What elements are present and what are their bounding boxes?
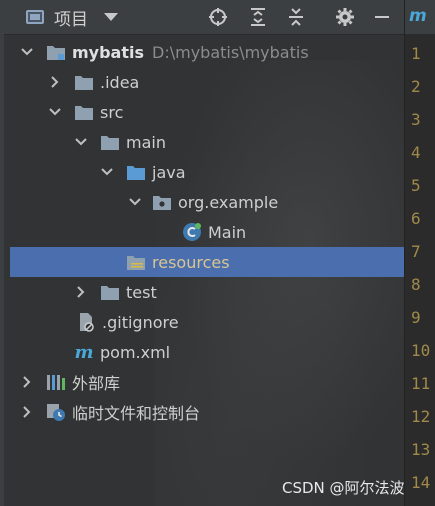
line-number: 12: [411, 407, 431, 426]
tree-item-label: Main: [208, 222, 247, 242]
folder-icon: [100, 133, 120, 151]
tree-item-label: test: [126, 282, 157, 302]
chevron-down-icon[interactable]: [20, 45, 34, 59]
collapse-all-icon[interactable]: [285, 6, 307, 28]
watermark: CSDN @阿尔法波: [282, 479, 405, 497]
module-folder-icon: [46, 43, 66, 61]
tree-item-label: .gitignore: [102, 312, 179, 332]
tree-item-main-class[interactable]: Main: [4, 217, 404, 247]
tree-item-label: java: [152, 162, 186, 182]
module-path: D:\mybatis\mybatis: [152, 42, 309, 62]
tree-item-pom[interactable]: m pom.xml: [4, 337, 404, 367]
source-folder-icon: [126, 163, 146, 181]
line-number: 11: [411, 374, 431, 393]
tree-item-label: .idea: [100, 72, 140, 92]
locate-file-icon[interactable]: [207, 6, 229, 28]
tree-item-label: pom.xml: [100, 342, 171, 362]
hide-panel-icon[interactable]: [371, 6, 393, 28]
chevron-right-icon[interactable]: [48, 75, 62, 89]
gear-icon[interactable]: [334, 6, 356, 28]
folder-icon: [74, 73, 94, 91]
line-number: 8: [411, 275, 421, 294]
ignored-file-icon: [76, 313, 96, 332]
line-number: 2: [411, 77, 421, 96]
line-number: 7: [411, 242, 421, 261]
tree-item-label: mybatis: [72, 42, 145, 62]
resources-folder-icon: [126, 253, 146, 271]
line-number: 5: [411, 176, 421, 195]
line-number: 3: [411, 110, 421, 129]
folder-icon: [74, 103, 94, 121]
tree-item-main[interactable]: main: [4, 127, 404, 157]
tree-item-package[interactable]: org.example: [4, 187, 404, 217]
library-icon: [46, 373, 66, 391]
chevron-right-icon[interactable]: [20, 405, 34, 419]
scratches-icon: [46, 403, 66, 421]
panel-title[interactable]: 项目: [54, 5, 88, 30]
tree-item-label: 临时文件和控制台: [72, 404, 201, 423]
line-number: 6: [411, 209, 421, 228]
expand-all-icon[interactable]: [247, 6, 269, 28]
maven-file-icon: m: [74, 341, 94, 363]
tree-item-label: 外部库: [72, 374, 121, 393]
chevron-right-icon[interactable]: [20, 375, 34, 389]
line-number: 14: [411, 473, 431, 492]
tree-item-label: org.example: [178, 192, 279, 212]
line-number: 1: [411, 44, 421, 63]
tree-item-src[interactable]: src: [4, 97, 404, 127]
tree-item-java[interactable]: java: [4, 157, 404, 187]
tree-item-scratches[interactable]: 临时文件和控制台: [4, 397, 404, 427]
editor-gutter: m 1 2 3 4 5 6 7 8 9 10 11 12 13 14: [404, 0, 435, 506]
tree-item-resources[interactable]: resources: [10, 247, 404, 277]
tree-item-idea[interactable]: .idea: [4, 67, 404, 97]
project-panel-header: 项目: [4, 0, 404, 35]
tree-item-gitignore[interactable]: .gitignore: [4, 307, 404, 337]
chevron-down-icon[interactable]: [128, 195, 142, 209]
editor-tab-pom[interactable]: m: [405, 0, 435, 34]
chevron-down-icon[interactable]: [100, 165, 114, 179]
chevron-down-icon[interactable]: [48, 105, 62, 119]
view-dropdown-icon[interactable]: [104, 13, 118, 21]
tree-item-label: src: [100, 102, 124, 122]
chevron-right-icon[interactable]: [74, 285, 88, 299]
tree-item-label: resources: [152, 252, 230, 272]
tree-item-label: main: [126, 132, 166, 152]
line-number: 10: [411, 341, 431, 360]
project-panel: 项目 mybatis D:\mybatis\mybatis .idea src …: [4, 0, 404, 506]
tree-item-external-libraries[interactable]: 外部库: [4, 367, 404, 397]
line-number: 4: [411, 143, 421, 162]
java-class-icon: [182, 223, 202, 241]
package-icon: [152, 193, 172, 211]
line-number: 13: [411, 440, 431, 459]
line-number: 9: [411, 308, 421, 327]
tree-item-test[interactable]: test: [4, 277, 404, 307]
tree-item-mybatis[interactable]: mybatis D:\mybatis\mybatis: [4, 37, 404, 67]
chevron-down-icon[interactable]: [74, 135, 88, 149]
folder-icon: [100, 283, 120, 301]
project-icon: [26, 10, 44, 24]
